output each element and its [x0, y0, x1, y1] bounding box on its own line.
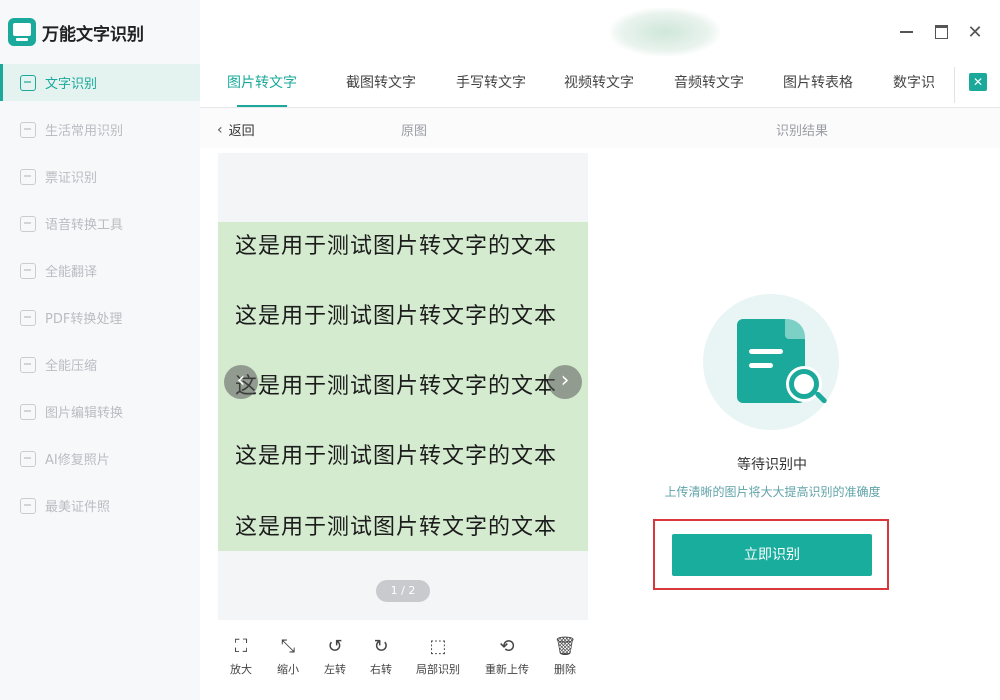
- image-text-line: 这是用于测试图片转文字的文本: [235, 374, 558, 399]
- app-logo-icon: [8, 18, 36, 46]
- tool-label: 删除: [554, 663, 576, 676]
- tab-audio-to-text[interactable]: 音频转文字: [674, 64, 744, 108]
- recognition-hint: 上传清晰的图片将大大提高识别的准确度: [664, 485, 881, 499]
- image-text-line: 这是用于测试图片转文字的文本: [235, 304, 558, 329]
- sidebar-nav: 文字识别 生活常用识别 票证识别 语音转换工具 全能翻译 PDF转换处理 全能压…: [0, 64, 200, 534]
- tab-image-to-text[interactable]: 图片转文字: [227, 64, 297, 108]
- sidebar: 万能文字识别 文字识别 生活常用识别 票证识别 语音转换工具 全能翻译 PDF转…: [0, 0, 200, 700]
- tab-divider: [954, 67, 955, 103]
- voice-icon: [20, 215, 36, 232]
- document-line: [749, 349, 783, 354]
- user-avatar-blurred[interactable]: [610, 8, 720, 56]
- chevron-left-icon: ‹: [217, 121, 223, 138]
- text-scan-icon: [20, 74, 36, 91]
- tabs-more-icon[interactable]: ✕: [969, 73, 987, 91]
- sidebar-item-label: AI修复照片: [45, 453, 110, 468]
- sidebar-item-life-recognition[interactable]: 生活常用识别: [0, 111, 200, 148]
- ticket-icon: [20, 168, 36, 185]
- tab-image-to-table[interactable]: 图片转表格: [783, 64, 853, 108]
- brand: 万能文字识别: [8, 16, 144, 48]
- tool-label: 局部识别: [416, 663, 460, 676]
- sidebar-item-label: 最美证件照: [45, 500, 111, 515]
- pdf-icon: [20, 309, 36, 326]
- sidebar-item-voice-tools[interactable]: 语音转换工具: [0, 205, 200, 242]
- compress-icon: [20, 356, 36, 373]
- reupload-icon: ⟲: [499, 636, 515, 657]
- reupload-button[interactable]: ⟲ 重新上传: [477, 636, 537, 677]
- delete-button[interactable]: 🗑 删除: [535, 636, 595, 677]
- document-search-illustration-icon: [703, 294, 839, 430]
- sidebar-item-label: PDF转换处理: [45, 312, 123, 327]
- document-line: [749, 363, 773, 368]
- app-title: 万能文字识别: [42, 24, 144, 45]
- recognition-status: 等待识别中: [737, 457, 807, 473]
- sidebar-item-image-edit[interactable]: 图片编辑转换: [0, 393, 200, 430]
- rotate-right-button[interactable]: ↻ 右转: [351, 636, 411, 677]
- sidebar-item-compress[interactable]: 全能压缩: [0, 346, 200, 383]
- image-toolbar: ⛶ 放大 ⤡ 缩小 ↺ 左转 ↻ 右转 ⬚ 局部识别 ⟲ 重新上传 🗑 删除: [218, 636, 588, 684]
- close-icon[interactable]: ✕: [963, 20, 987, 44]
- next-image-button[interactable]: ›: [548, 365, 582, 399]
- sidebar-item-label: 全能翻译: [45, 265, 98, 280]
- result-label: 识别结果: [776, 124, 829, 139]
- ai-photo-icon: [20, 450, 36, 467]
- document-fold: [785, 319, 805, 339]
- back-label: 返回: [228, 124, 255, 139]
- minimize-icon[interactable]: [894, 20, 918, 44]
- tool-label: 右转: [370, 663, 392, 676]
- sidebar-item-label: 语音转换工具: [45, 218, 124, 233]
- tab-handwriting-to-text[interactable]: 手写转文字: [456, 64, 526, 108]
- sub-header: ‹ 返回 原图 识别结果: [200, 108, 1000, 148]
- back-button[interactable]: ‹ 返回: [217, 120, 255, 140]
- image-preview: 这是用于测试图片转文字的文本 这是用于测试图片转文字的文本 这是用于测试图片转文…: [218, 153, 588, 620]
- delete-icon: 🗑: [553, 636, 577, 657]
- partial-recognize-button[interactable]: ⬚ 局部识别: [408, 636, 468, 677]
- sidebar-item-label: 票证识别: [45, 171, 98, 186]
- image-edit-icon: [20, 403, 36, 420]
- sidebar-item-label: 全能压缩: [45, 359, 98, 374]
- tab-digital-recognition[interactable]: 数字识: [893, 64, 943, 108]
- sidebar-item-label: 文字识别: [45, 77, 98, 92]
- scan-icon: [20, 121, 36, 138]
- sidebar-item-pdf[interactable]: PDF转换处理: [0, 299, 200, 336]
- sidebar-item-label: 生活常用识别: [45, 124, 124, 139]
- page-indicator: 1 / 2: [376, 580, 430, 602]
- sidebar-item-translate[interactable]: 全能翻译: [0, 252, 200, 289]
- image-text-line: 这是用于测试图片转文字的文本: [235, 444, 558, 469]
- magnifier-handle: [814, 390, 828, 405]
- sidebar-item-ai-photo[interactable]: AI修复照片: [0, 440, 200, 477]
- tab-video-to-text[interactable]: 视频转文字: [564, 64, 634, 108]
- title-bar: ✕: [200, 0, 1000, 64]
- id-photo-icon: [20, 497, 36, 514]
- uploaded-image: 这是用于测试图片转文字的文本 这是用于测试图片转文字的文本 这是用于测试图片转文…: [218, 222, 588, 551]
- translate-icon: [20, 262, 36, 279]
- app-window: 万能文字识别 文字识别 生活常用识别 票证识别 语音转换工具 全能翻译 PDF转…: [0, 0, 1000, 700]
- crop-icon: ⬚: [429, 636, 447, 657]
- tab-bar: 图片转文字 截图转文字 手写转文字 视频转文字 音频转文字 图片转表格 数字识 …: [200, 64, 1000, 108]
- prev-image-button[interactable]: ‹: [224, 365, 258, 399]
- maximize-icon[interactable]: [929, 20, 953, 44]
- tab-screenshot-to-text[interactable]: 截图转文字: [346, 64, 416, 108]
- sidebar-item-text-recognition[interactable]: 文字识别: [0, 64, 200, 101]
- original-image-label: 原图: [401, 124, 428, 139]
- tool-label: 重新上传: [485, 663, 529, 676]
- sidebar-item-label: 图片编辑转换: [45, 406, 124, 421]
- sidebar-item-ticket-recognition[interactable]: 票证识别: [0, 158, 200, 195]
- image-text-line: 这是用于测试图片转文字的文本: [235, 234, 558, 259]
- sidebar-item-id-photo[interactable]: 最美证件照: [0, 487, 200, 524]
- recognize-now-button[interactable]: 立即识别: [672, 534, 872, 576]
- rotate-right-icon: ↻: [373, 636, 389, 657]
- image-text-line: 这是用于测试图片转文字的文本: [235, 515, 558, 540]
